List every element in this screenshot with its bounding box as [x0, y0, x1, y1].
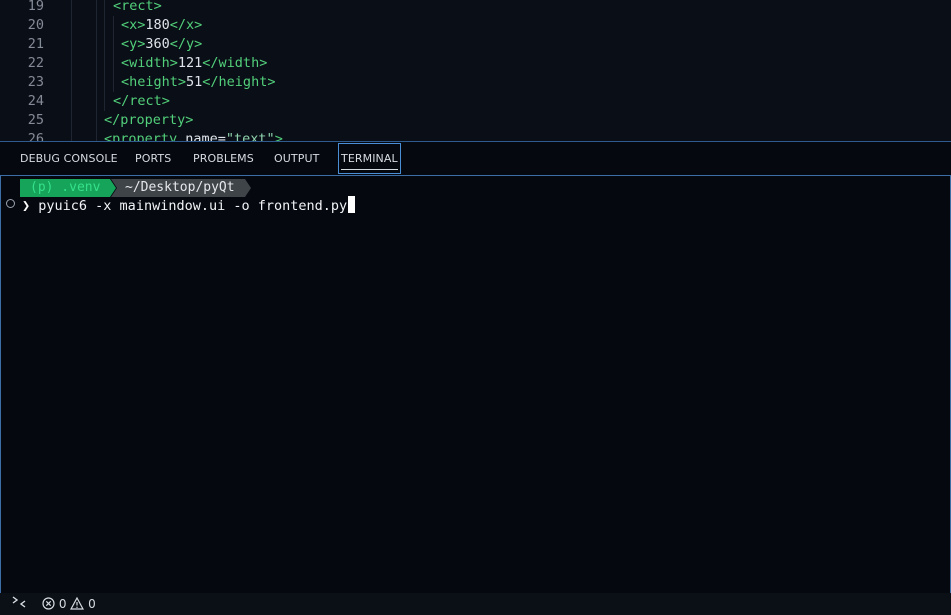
code-text: <height>51</height> — [121, 73, 275, 92]
xml-tag-token: > — [274, 131, 283, 141]
code-text: </rect> — [113, 92, 170, 111]
code-text: <x>180</x> — [121, 16, 202, 35]
error-icon — [42, 595, 55, 615]
xml-tag-token: </property> — [104, 112, 194, 128]
text-token: 121 — [177, 55, 203, 71]
code-line[interactable]: 21 <y>360</y> — [0, 35, 951, 54]
indent-guide — [104, 73, 105, 92]
line-number: 25 — [27, 112, 44, 128]
code-line[interactable]: 24 </rect> — [0, 92, 951, 111]
terminal-view[interactable]: (p) .venv ~/Desktop/pyQt ❯ pyuic6 -x mai… — [0, 175, 951, 594]
indent-guide — [104, 35, 105, 54]
text-token: name= — [185, 131, 226, 141]
xml-tag-token: <height> — [121, 74, 187, 90]
command-line: ❯ pyuic6 -x mainwindow.ui -o frontend.py — [22, 196, 356, 216]
status-bar: 0 0 — [0, 593, 951, 615]
xml-tag-token: <property — [104, 131, 186, 141]
code-line[interactable]: 23 <height>51</height> — [0, 73, 951, 92]
indent-guide — [96, 16, 97, 35]
tab-ports[interactable]: PORTS — [135, 142, 171, 175]
warning-count: 0 — [88, 597, 96, 611]
indent-guide — [71, 73, 72, 92]
indent-guide — [96, 54, 97, 73]
line-number: 19 — [27, 0, 44, 14]
code-text: <width>121</width> — [121, 54, 267, 73]
line-number: 24 — [27, 93, 44, 109]
bottom-panel: DEBUG CONSOLE PORTS PROBLEMS OUTPUT TERM… — [0, 141, 951, 594]
indent-guide — [71, 35, 72, 54]
line-number: 20 — [27, 17, 44, 33]
indent-guide — [96, 92, 97, 111]
indent-guide — [71, 92, 72, 111]
problems-status-button[interactable]: 0 0 — [42, 593, 96, 615]
xml-tag-token: </y> — [169, 36, 203, 52]
xml-tag-token: </x> — [169, 17, 203, 33]
code-line[interactable]: 25 </property> — [0, 111, 951, 130]
indent-guide — [71, 16, 72, 35]
indent-guide — [113, 54, 114, 73]
indent-guide — [71, 130, 72, 141]
indent-guide — [71, 111, 72, 130]
code-text: <rect> — [113, 0, 162, 16]
text-token: 360 — [145, 36, 170, 52]
xml-tag-token: <y> — [121, 36, 146, 52]
code-editor[interactable]: 19 <rect> 20 <x>180</x> 21 <y>360</y> 22 <width… — [0, 0, 951, 141]
tab-problems[interactable]: PROBLEMS — [193, 142, 254, 175]
indent-guide — [104, 92, 105, 111]
indent-guide — [96, 0, 97, 16]
code-line[interactable]: 22 <width>121</width> — [0, 54, 951, 73]
tab-debug-console[interactable]: DEBUG CONSOLE — [20, 142, 118, 175]
xml-tag-token: <width> — [121, 55, 178, 71]
text-token: 180 — [145, 17, 170, 33]
command-text: pyuic6 -x mainwindow.ui -o frontend.py — [38, 198, 348, 214]
code-text: </property> — [104, 111, 193, 130]
indent-guide — [96, 73, 97, 92]
code-line[interactable]: 19 <rect> — [0, 0, 951, 16]
xml-tag-token: rect — [121, 0, 154, 14]
xml-tag-token: </height> — [202, 74, 276, 90]
text-cursor — [348, 196, 356, 213]
line-number: 21 — [27, 36, 44, 52]
tab-output[interactable]: OUTPUT — [274, 142, 319, 175]
xml-tag-token: <x> — [121, 17, 146, 33]
indent-guide — [71, 0, 72, 16]
indent-guide — [104, 54, 105, 73]
indent-guide — [96, 111, 97, 130]
indent-guide — [113, 16, 114, 35]
indent-guide — [104, 16, 105, 35]
indent-guide — [71, 54, 72, 73]
string-token: "text" — [225, 131, 275, 141]
xml-tag-token: > — [153, 0, 162, 14]
line-number: 22 — [27, 55, 44, 71]
xml-tag-token: </width> — [202, 55, 268, 71]
panel-tab-bar: DEBUG CONSOLE PORTS PROBLEMS OUTPUT TERM… — [0, 142, 951, 175]
code-line[interactable]: 26 <property name="text"> — [0, 130, 951, 141]
indent-guide — [96, 130, 97, 141]
warning-icon — [70, 595, 85, 615]
error-count: 0 — [58, 597, 67, 611]
prompt-venv-segment: (p) .venv — [20, 179, 116, 197]
code-line[interactable]: 20 <x>180</x> — [0, 16, 951, 35]
prompt-arrow-icon: ❯ — [22, 198, 31, 214]
indent-guide — [113, 35, 114, 54]
remote-icon[interactable] — [8, 593, 30, 615]
line-number: 26 — [27, 131, 44, 141]
xml-tag-token: </rect> — [113, 93, 170, 109]
indent-guide — [96, 35, 97, 54]
command-decoration-icon[interactable] — [6, 199, 15, 208]
xml-tag-token: < — [113, 0, 122, 14]
tab-terminal[interactable]: TERMINAL — [338, 143, 401, 174]
indent-guide — [113, 73, 114, 92]
text-token: 51 — [186, 74, 203, 90]
code-text: <property name="text"> — [104, 130, 283, 141]
indent-guide — [104, 0, 105, 16]
line-number: 23 — [27, 74, 44, 90]
prompt-path-segment: ~/Desktop/pyQt — [111, 179, 251, 197]
code-text: <y>360</y> — [121, 35, 202, 54]
